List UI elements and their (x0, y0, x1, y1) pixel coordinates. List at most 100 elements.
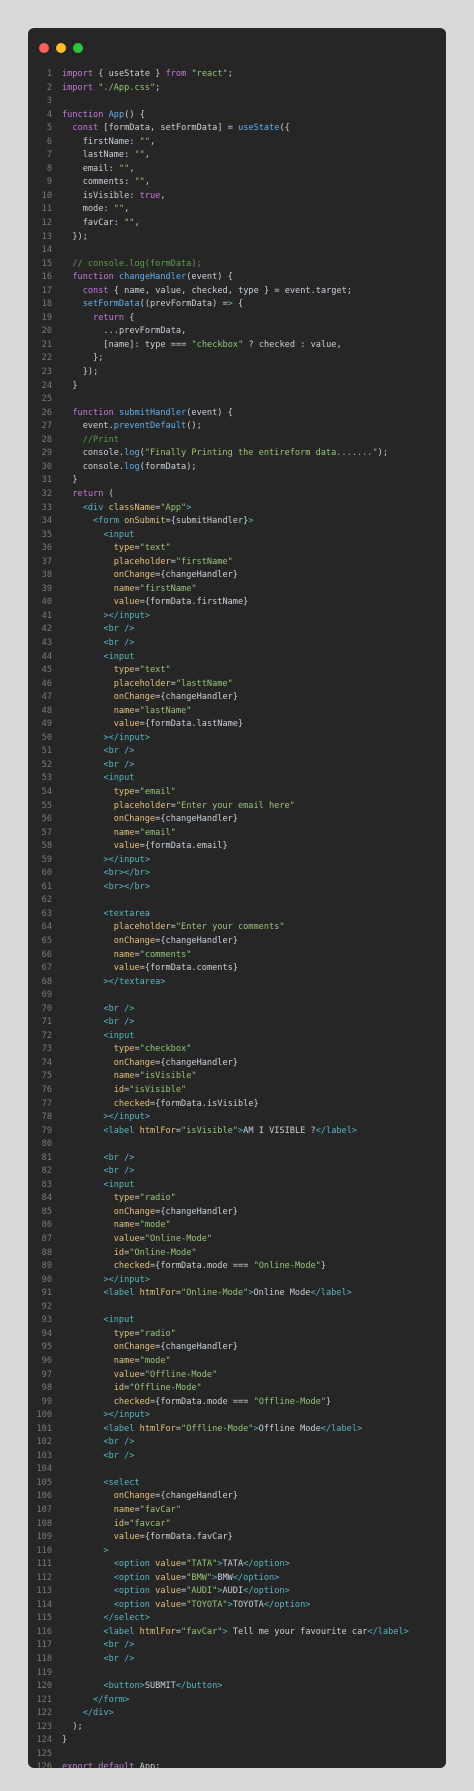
code-line: 59 ></input> (28, 854, 446, 868)
close-icon[interactable] (39, 43, 49, 53)
code-text: ></input> (103, 732, 150, 743)
line-number: 16 (41, 272, 52, 283)
code-text: <br /> (103, 1640, 135, 1651)
code-text: value={formData.email} (113, 841, 228, 852)
code-line: 20 ...prevFormData, (28, 325, 446, 339)
line-number: 30 (41, 461, 52, 472)
code-line: 30 console.log(formData); (28, 461, 446, 475)
code-line: 35 <input (28, 529, 446, 543)
line-number: 39 (41, 583, 52, 594)
code-line: 13 }); (28, 231, 446, 245)
code-text: <input (103, 529, 135, 540)
line-number: 81 (41, 1152, 52, 1163)
code-text: <br /> (103, 624, 135, 635)
line-number: 61 (41, 881, 52, 892)
line-number: 123 (36, 1721, 52, 1732)
code-line: 74 onChange={changeHandler} (28, 1057, 446, 1071)
code-line: 18 setFormData((prevFormData) => { (28, 298, 446, 312)
line-number: 55 (41, 800, 52, 811)
code-line: 111 <option value="TATA">TATA</option> (28, 1558, 446, 1572)
code-text: value={formData.coments} (113, 963, 238, 974)
code-text: mode: "", (82, 204, 130, 215)
code-line: 124} (28, 1734, 446, 1748)
code-line: 84 type="radio" (28, 1192, 446, 1206)
line-number: 113 (36, 1586, 52, 1597)
code-text: }); (72, 231, 88, 242)
code-text: firstName: "", (82, 136, 156, 147)
minimize-icon[interactable] (56, 43, 66, 53)
code-line: 23 }); (28, 366, 446, 380)
code-line: 37 placeholder="firstName" (28, 556, 446, 570)
line-number: 101 (36, 1423, 52, 1434)
code-line: 60 <br></br> (28, 867, 446, 881)
code-text: value={formData.firstName} (113, 597, 249, 608)
code-line: 99 checked={formData.mode === "Offline-M… (28, 1396, 446, 1410)
maximize-icon[interactable] (73, 43, 83, 53)
line-number: 74 (41, 1057, 52, 1068)
code-line: 103 <br /> (28, 1450, 446, 1464)
code-line: 85 onChange={changeHandler} (28, 1206, 446, 1220)
code-line: 115 </select> (28, 1612, 446, 1626)
line-number: 79 (41, 1125, 52, 1136)
code-line: 93 <input (28, 1314, 446, 1328)
code-text: type="email" (113, 786, 176, 797)
code-line: 50 ></input> (28, 732, 446, 746)
line-number: 18 (41, 299, 52, 310)
code-text: email: "", (82, 163, 135, 174)
line-number: 110 (36, 1545, 52, 1556)
line-number: 107 (36, 1504, 52, 1515)
code-text: <br /> (103, 1152, 135, 1163)
code-line: 121 </form> (28, 1694, 446, 1708)
line-number: 84 (41, 1193, 52, 1204)
code-text: placeholder="firstName" (113, 556, 233, 567)
line-number: 51 (41, 746, 52, 757)
code-text: <br /> (103, 1450, 135, 1461)
code-line: 32 return ( (28, 488, 446, 502)
code-line: 126 export default App; (28, 1761, 446, 1768)
code-text: onChange={changeHandler} (113, 1491, 238, 1502)
code-text: <label htmlFor="isVisible">AM I VISIBLE … (103, 1125, 358, 1136)
code-line: 33 <div className="App"> (28, 502, 446, 516)
code-line: 5 const [formData, setFormData] = useSta… (28, 122, 446, 136)
code-line: 7 lastName: "", (28, 149, 446, 163)
line-number: 77 (41, 1098, 52, 1109)
code-text: <br></br> (103, 881, 151, 892)
code-text: id="favcar" (113, 1518, 171, 1529)
code-line: 102 <br /> (28, 1436, 446, 1450)
line-number: 35 (41, 529, 52, 540)
code-line: 53 <input (28, 772, 446, 786)
line-number: 93 (41, 1315, 52, 1326)
code-line: 109 value={formData.favCar} (28, 1531, 446, 1545)
line-number: 62 (41, 895, 52, 906)
code-text: import { useState } from "react"; (62, 69, 233, 79)
code-text: <br></br> (103, 868, 151, 879)
code-line: 36 type="text" (28, 542, 446, 556)
code-line: 92 (28, 1301, 446, 1315)
code-text: }; (93, 353, 104, 364)
line-number: 34 (41, 516, 52, 527)
line-number: 11 (41, 204, 52, 215)
code-line: 108 id="favcar" (28, 1518, 446, 1532)
code-line: 34 <form onSubmit={submitHandler}> (28, 515, 446, 529)
code-line: 45 type="text" (28, 664, 446, 678)
code-line: 96 name="mode" (28, 1355, 446, 1369)
code-line: 14 (28, 244, 446, 258)
line-number: 26 (41, 407, 52, 418)
code-text: lastName: "", (82, 150, 151, 161)
code-line: 118 <br /> (28, 1653, 446, 1667)
code-text: </select> (103, 1613, 150, 1624)
code-text: name="lastName" (113, 705, 192, 716)
code-line: 100 ></input> (28, 1409, 446, 1423)
code-text: placeholder="Enter your email here" (113, 800, 295, 811)
line-number: 64 (41, 922, 52, 933)
code-line: 55 placeholder="Enter your email here" (28, 800, 446, 814)
line-number: 82 (41, 1166, 52, 1177)
code-text: <br /> (103, 1017, 135, 1028)
code-text: onChange={changeHandler} (113, 814, 238, 825)
code-text: <input (103, 773, 135, 784)
line-number: 45 (41, 665, 52, 676)
code-text: ></input> (103, 1410, 150, 1421)
line-number: 102 (36, 1437, 52, 1448)
code-text: id="Online-Mode" (113, 1247, 197, 1258)
code-line: 31 } (28, 474, 446, 488)
